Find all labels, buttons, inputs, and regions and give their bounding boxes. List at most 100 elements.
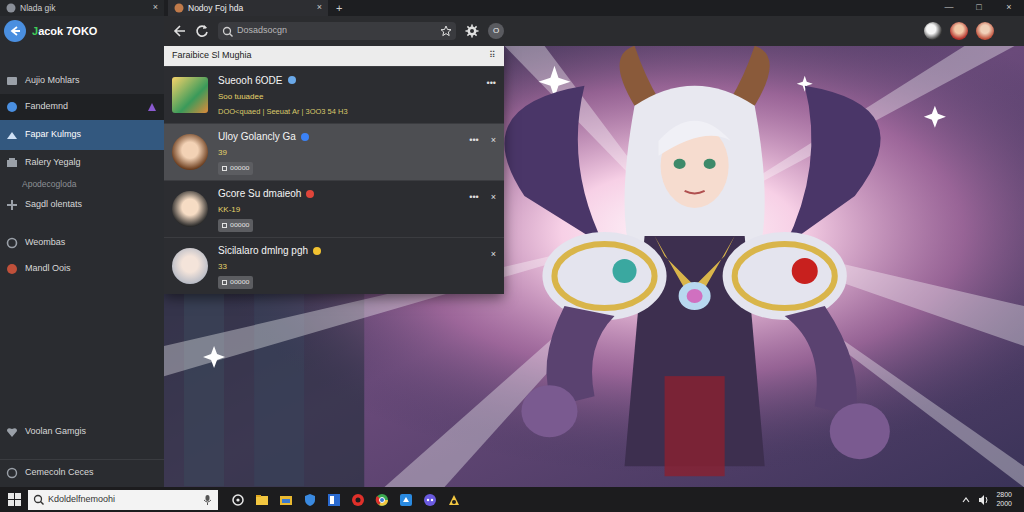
panel-menu-button[interactable]: ⠿ bbox=[489, 49, 496, 63]
tab-close-button[interactable]: × bbox=[317, 1, 322, 15]
user-avatar[interactable] bbox=[924, 22, 942, 40]
back-arrow-icon[interactable] bbox=[172, 24, 186, 38]
taskbar-apps bbox=[231, 493, 461, 507]
tab-close-button[interactable]: × bbox=[153, 1, 158, 15]
minimize-button[interactable]: — bbox=[934, 0, 964, 16]
tag-label: ooooo bbox=[230, 277, 249, 288]
search-icon bbox=[222, 26, 233, 37]
windows-logo-icon[interactable] bbox=[8, 493, 21, 506]
star-icon[interactable] bbox=[440, 25, 452, 37]
panel-item[interactable]: Sicilalaro dmlng pgh 33 ooooo × bbox=[164, 237, 504, 294]
remove-button[interactable]: × bbox=[491, 248, 496, 262]
remove-button[interactable]: × bbox=[491, 191, 496, 205]
item-actions: × bbox=[491, 242, 496, 262]
sidebar-footer-item[interactable]: Voolan Gamgis bbox=[0, 419, 164, 445]
system-tray: 28002000 bbox=[961, 491, 1016, 507]
panel-item[interactable]: Uloy Golancly Ga39ooooo•••× bbox=[164, 123, 504, 180]
sidebar-item[interactable]: Fandemnd bbox=[0, 94, 164, 120]
sidebar-item[interactable]: Aujio Mohlars bbox=[0, 68, 164, 94]
chrome-icon[interactable] bbox=[375, 493, 389, 507]
game-icon[interactable] bbox=[447, 493, 461, 507]
profile-button[interactable]: O bbox=[488, 23, 504, 39]
sidebar-header: Jacok 7OKO bbox=[0, 16, 164, 46]
item-avatar bbox=[172, 248, 208, 284]
item-actions: ••• × bbox=[469, 128, 496, 148]
search-icon bbox=[33, 494, 44, 505]
gear-icon[interactable] bbox=[465, 24, 479, 38]
sidebar-label: Apodecogloda bbox=[22, 178, 76, 191]
media-icon[interactable] bbox=[351, 493, 365, 507]
panel-header: Faraibice Sl Mughia⠿ bbox=[164, 46, 504, 66]
chat-app-icon[interactable] bbox=[423, 493, 437, 507]
sidebar-item[interactable]: Fapar Kulmgs bbox=[0, 120, 164, 150]
more-button[interactable]: ••• bbox=[469, 134, 478, 148]
menu-item-icon bbox=[6, 75, 18, 87]
item-avatar bbox=[172, 191, 208, 227]
emoji-icon bbox=[306, 190, 314, 198]
address-input[interactable] bbox=[237, 24, 436, 38]
sidebar-label: Ralery Yegalg bbox=[25, 156, 81, 170]
item-title-row: Sueooh 6ODE bbox=[218, 73, 477, 88]
back-button[interactable] bbox=[4, 20, 26, 42]
panel-list: Sueooh 6ODESoo tuuadeeDOO<quaed | Seeuat… bbox=[164, 66, 504, 294]
sidebar-footer-item[interactable]: Cemecoln Ceces bbox=[0, 459, 164, 485]
sidebar-list: Aujio Mohlars Fandemnd Fapar Kulmgs Ralery … bbox=[0, 68, 164, 282]
item-title-row: Uloy Golancly Ga bbox=[218, 129, 459, 144]
clock[interactable]: 28002000 bbox=[996, 491, 1016, 507]
sidebar-label: Fandemnd bbox=[25, 100, 68, 114]
emoji-icon bbox=[301, 133, 309, 141]
clock-time: 2800 bbox=[996, 491, 1012, 499]
browser-tab[interactable]: Nodoy Foj hda × bbox=[168, 0, 328, 16]
sidebar-item[interactable]: Sagdl olentats bbox=[0, 192, 164, 218]
user-avatar[interactable] bbox=[976, 22, 994, 40]
sidebar-label: Sagdl olentats bbox=[25, 198, 82, 212]
item-title-row: Gcore Su dmaieoh bbox=[218, 186, 459, 201]
panel-item[interactable]: Sueooh 6ODESoo tuuadeeDOO<quaed | Seeuat… bbox=[164, 66, 504, 123]
tag-box-icon bbox=[222, 280, 227, 285]
tag-box-icon bbox=[222, 166, 227, 171]
chevron-up-icon[interactable] bbox=[961, 495, 971, 505]
item-actions: ••• × bbox=[469, 185, 496, 205]
store-icon[interactable] bbox=[327, 493, 341, 507]
tag-box-icon bbox=[222, 223, 227, 228]
item-title-row: Sicilalaro dmlng pgh bbox=[218, 243, 481, 258]
item-avatar bbox=[172, 134, 208, 170]
more-button[interactable]: ••• bbox=[487, 77, 496, 91]
app-window: Jacok 7OKO Aujio Mohlars Fandemnd Fapar Kul… bbox=[0, 16, 1024, 487]
menu-item-icon bbox=[6, 199, 18, 211]
tag-label: ooooo bbox=[230, 220, 249, 231]
new-tab-button[interactable]: + bbox=[328, 0, 350, 16]
app-logo: Jacok 7OKO bbox=[32, 23, 97, 40]
user-avatar[interactable] bbox=[950, 22, 968, 40]
refresh-icon[interactable] bbox=[195, 24, 209, 38]
folder-icon[interactable] bbox=[255, 493, 269, 507]
sidebar-item[interactable]: Weombas bbox=[0, 230, 164, 256]
taskbar-search-input[interactable] bbox=[48, 493, 198, 507]
item-subtitle: Soo tuuadee bbox=[218, 91, 477, 103]
remove-button[interactable]: × bbox=[491, 134, 496, 148]
task-view-icon[interactable] bbox=[231, 493, 245, 507]
sidebar-subitem[interactable]: Apodecogloda bbox=[0, 176, 164, 192]
tab-strip: Nlada gik×Nodoy Foj hda×+—□× bbox=[0, 0, 1024, 16]
shield-icon[interactable] bbox=[303, 493, 317, 507]
item-subtitle: 33 bbox=[218, 261, 481, 273]
pin-icon[interactable] bbox=[146, 101, 158, 113]
footer-item-icon bbox=[6, 426, 18, 438]
close-button[interactable]: × bbox=[994, 0, 1024, 16]
tab-label: Nodoy Foj hda bbox=[188, 2, 243, 15]
more-button[interactable]: ••• bbox=[469, 191, 478, 205]
browser-tab[interactable]: Nlada gik× bbox=[0, 0, 164, 16]
item-actions: ••• bbox=[487, 71, 496, 91]
microphone-icon[interactable] bbox=[202, 494, 213, 505]
panel-item[interactable]: Gcore Su dmaieohKK-19ooooo•••× bbox=[164, 180, 504, 237]
taskbar: 28002000 bbox=[0, 487, 1024, 512]
sidebar-item[interactable]: Ralery Yegalg bbox=[0, 150, 164, 176]
sidebar-label: Voolan Gamgis bbox=[25, 425, 86, 439]
app-icon[interactable] bbox=[399, 493, 413, 507]
address-bar bbox=[218, 22, 456, 40]
maximize-button[interactable]: □ bbox=[964, 0, 994, 16]
sidebar-label: Aujio Mohlars bbox=[25, 74, 80, 88]
file-explorer-icon[interactable] bbox=[279, 493, 293, 507]
speaker-icon[interactable] bbox=[978, 494, 989, 506]
sidebar-item[interactable]: Mandl Oois bbox=[0, 256, 164, 282]
